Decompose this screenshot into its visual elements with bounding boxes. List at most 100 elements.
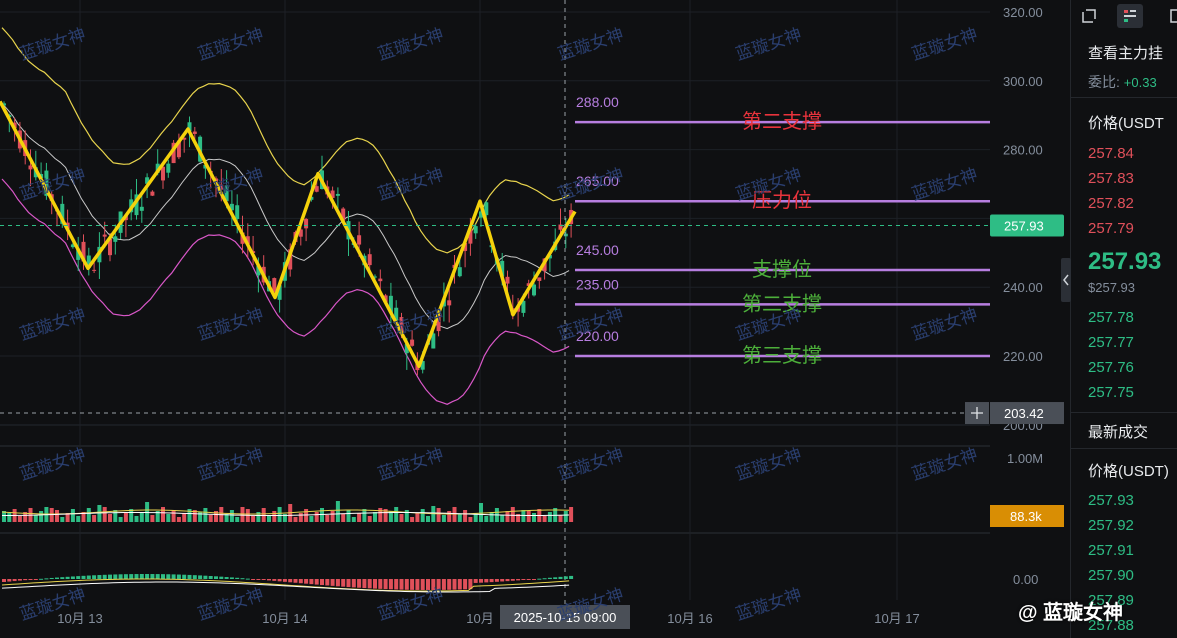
price-tick-label: 280.00 — [1003, 143, 1043, 158]
macd-histogram-bar — [494, 579, 499, 582]
macd-histogram-bar — [23, 579, 28, 581]
layout-icon[interactable] — [1081, 8, 1097, 24]
main-orders-title[interactable]: 查看主力挂 — [1088, 42, 1163, 63]
level-value-label: 220.00 — [576, 328, 619, 344]
macd-histogram-bar — [44, 578, 49, 580]
trades-header: 价格(USDT) — [1088, 463, 1169, 480]
macd-histogram-bar — [325, 579, 330, 586]
macd-histogram-bar — [351, 579, 356, 588]
mid-price: 257.93 — [1088, 248, 1162, 275]
macd-histogram-bar — [7, 579, 12, 582]
macd-histogram-bar — [17, 579, 22, 581]
ask-price-row[interactable]: 257.83 — [1088, 170, 1134, 187]
macd-histogram-bar — [298, 579, 303, 584]
volume-bar — [457, 514, 462, 522]
macd-histogram-bar — [235, 577, 240, 579]
volume-bar — [251, 516, 256, 522]
trade-price-row[interactable]: 257.92 — [1088, 517, 1134, 534]
candle-body — [161, 166, 165, 181]
ask-price-row[interactable]: 257.84 — [1088, 145, 1134, 162]
macd-histogram-bar — [447, 579, 452, 590]
macd-histogram-bar — [341, 579, 346, 587]
macd-histogram-bar — [463, 579, 468, 590]
chevron-left-icon — [1063, 274, 1069, 286]
candle-body — [505, 276, 510, 284]
macd-histogram-bar — [155, 574, 160, 579]
trades-title[interactable]: 最新成交 — [1088, 421, 1148, 442]
price-tick-label: 220.00 — [1003, 349, 1043, 364]
macd-histogram-bar — [320, 579, 324, 586]
macd-histogram-bar — [542, 578, 547, 580]
volume-bar — [320, 508, 324, 522]
price-axis-bg — [990, 0, 1070, 638]
panel-collapse-handle[interactable] — [1061, 258, 1071, 302]
macd-histogram-bar — [521, 579, 526, 580]
level-name-label: 压力位 — [752, 189, 812, 212]
trade-price-row[interactable]: 257.93 — [1088, 492, 1134, 509]
macd-histogram-bar — [547, 577, 552, 579]
volume-bar — [139, 512, 144, 522]
level-name-label: 第二支撑 — [742, 292, 822, 315]
candle-body — [537, 277, 542, 281]
macd-histogram-bar — [203, 575, 208, 579]
volume-bar — [171, 510, 176, 522]
crosshair-time-label: 2025-10-15 09:00 — [514, 610, 617, 625]
volume-bar — [108, 514, 112, 522]
macd-histogram-bar — [346, 579, 351, 588]
volume-bar — [426, 516, 430, 522]
macd-histogram-bar — [134, 574, 139, 579]
volume-bar — [267, 515, 271, 522]
volume-bar — [526, 511, 531, 522]
current-price-label: 257.93 — [1004, 219, 1044, 234]
macd-histogram-bar — [229, 577, 234, 579]
ask-price-row[interactable]: 257.79 — [1088, 220, 1134, 237]
candle-body — [304, 218, 309, 229]
candle-body — [150, 191, 155, 196]
ask-price-row[interactable]: 257.82 — [1088, 195, 1134, 212]
macd-histogram-bar — [330, 579, 335, 586]
bid-price-row[interactable]: 257.76 — [1088, 359, 1134, 376]
trade-price-row[interactable]: 257.91 — [1088, 542, 1134, 559]
macd-histogram-bar — [399, 579, 404, 590]
volume-bar — [55, 510, 59, 522]
macd-histogram-bar — [500, 579, 505, 582]
macd-histogram-bar — [55, 577, 59, 579]
volume-bar — [314, 512, 319, 522]
price-tick-label: 300.00 — [1003, 74, 1043, 89]
macd-histogram-bar — [441, 579, 446, 590]
grid-icon[interactable] — [1169, 8, 1177, 24]
bid-price-row[interactable]: 257.75 — [1088, 384, 1134, 401]
candle-body — [92, 269, 97, 271]
volume-bar — [441, 515, 446, 522]
macd-histogram-bar — [489, 579, 494, 583]
volume-bar — [484, 516, 489, 522]
bid-price-row[interactable]: 257.77 — [1088, 334, 1134, 351]
macd-histogram-bar — [558, 576, 563, 579]
macd-histogram-bar — [81, 575, 86, 579]
macd-histogram-bar — [267, 579, 271, 581]
macd-histogram-bar — [452, 579, 457, 590]
macd-histogram-bar — [532, 579, 536, 580]
volume-bar — [293, 517, 298, 522]
volume-bar — [351, 517, 356, 522]
macd-histogram-bar — [473, 579, 478, 583]
trade-price-row[interactable]: 257.90 — [1088, 567, 1134, 584]
macd-histogram-bar — [277, 579, 282, 582]
macd-histogram-bar — [245, 578, 250, 580]
macd-histogram-bar — [145, 574, 150, 579]
macd-histogram-bar — [97, 575, 102, 579]
price-chart[interactable]: 320.00300.00280.00260.00240.00220.00200.… — [0, 0, 1070, 638]
macd-histogram-bar — [102, 574, 107, 579]
ratio-value: +0.33 — [1123, 75, 1157, 90]
watermark-badge: @ 蓝璇女神 — [1018, 602, 1124, 624]
orderbook-toggle-button[interactable] — [1117, 4, 1143, 28]
volume-bar — [346, 510, 351, 522]
volume-bar — [532, 513, 536, 522]
volume-bar — [92, 515, 97, 522]
macd-histogram-bar — [150, 574, 155, 579]
macd-histogram-bar — [12, 579, 17, 582]
volume-bar — [399, 514, 404, 522]
candle-body — [314, 186, 319, 192]
bid-price-row[interactable]: 257.78 — [1088, 309, 1134, 326]
volume-bar — [489, 512, 494, 522]
